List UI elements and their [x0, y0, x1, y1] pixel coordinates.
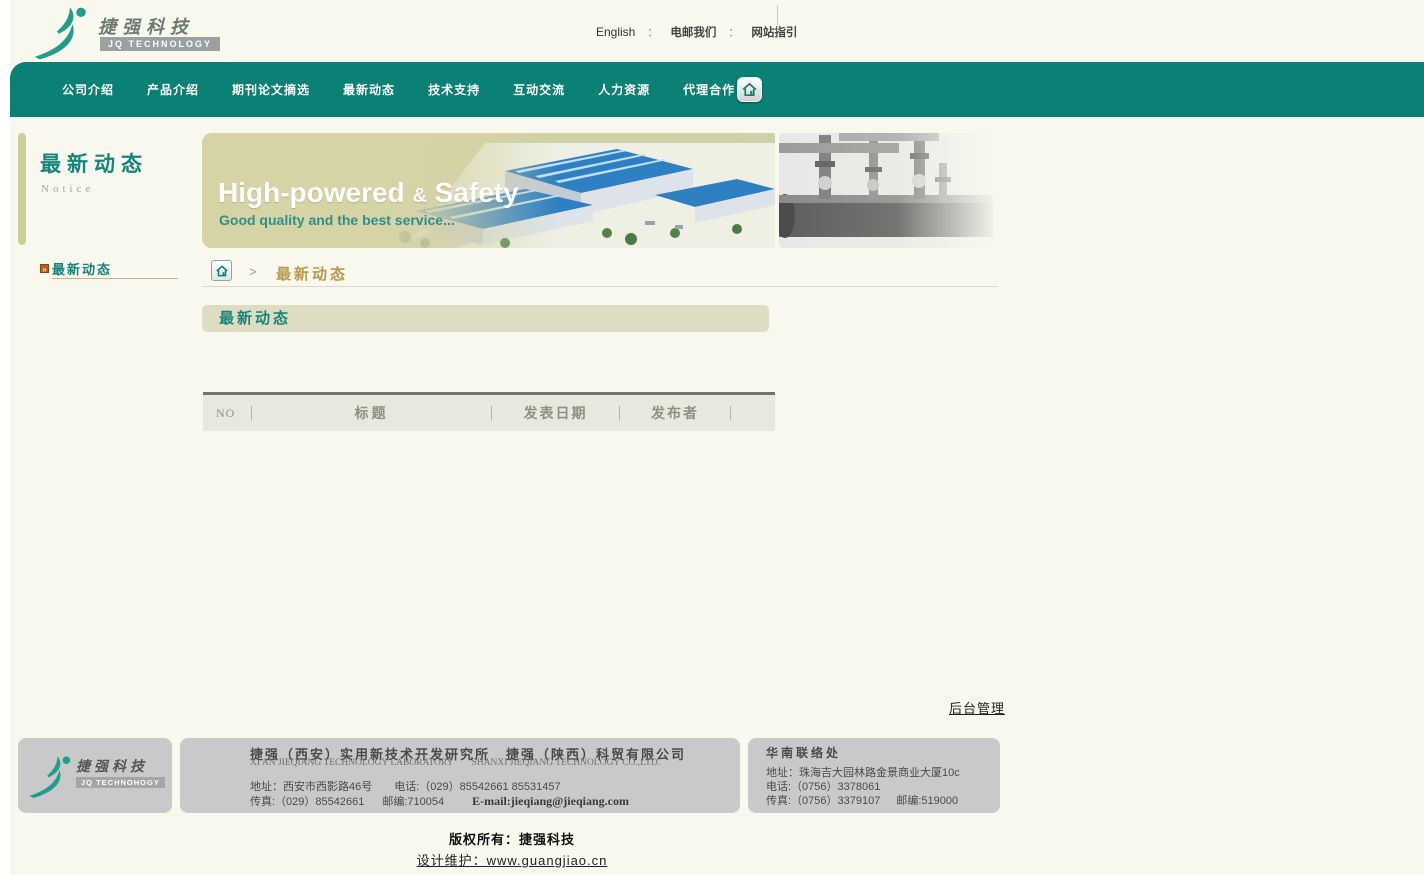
footer-logo-name: 捷强科技 [76, 756, 148, 776]
footer-logo-swoosh-icon [28, 752, 76, 800]
breadcrumb-arrow: > [249, 264, 257, 279]
col-header-author: 发布者 [620, 403, 730, 423]
sidebar-item-underline [52, 278, 178, 279]
admin-link[interactable]: 后台管理 [949, 698, 1005, 717]
company-logo-tagline: JQ TECHNOLOGY [100, 37, 220, 51]
sidebar-item-news[interactable]: » 最新动态 [40, 259, 112, 278]
footer-org-names-en: XI AN JIEQIANG TECHNOLOGY LABORATORY SHAN… [250, 758, 660, 768]
sidebar-subtitle: Notice [41, 183, 94, 195]
breadcrumb-current: 最新动态 [276, 263, 348, 284]
breadcrumb-divider [202, 286, 998, 287]
footer-email: E-mail:jieqiang@jieqiang.com [472, 794, 629, 808]
nav-item-company[interactable]: 公司介绍 [62, 81, 114, 98]
pipes-fade [779, 133, 993, 248]
banner-pipes-photo [779, 133, 993, 248]
south-office-zip: 邮编:519000 [896, 795, 958, 807]
nav-item-support[interactable]: 技术支持 [428, 81, 480, 98]
footer-company-panel: 捷强（西安）实用新技术开发研究所捷强（陕西）科贸有限公司 XI AN JIEQI… [180, 738, 740, 813]
nav-item-products[interactable]: 产品介绍 [147, 81, 199, 98]
nav-item-interaction[interactable]: 互动交流 [513, 81, 565, 98]
south-office-title: 华南联络处 [766, 744, 841, 761]
home-button[interactable] [737, 77, 762, 102]
copyright-text: 版权所有：捷强科技 [312, 829, 712, 848]
footer-phone: 电话:（029）85542661 85531457 [394, 781, 560, 793]
company-logo-name: 捷强科技 [98, 13, 194, 39]
designer-link[interactable]: 设计维护：www.guangjiao.cn [417, 850, 608, 869]
nav-item-agency[interactable]: 代理合作 [683, 81, 735, 98]
header-links: English ： 电邮我们 ： 网站指引 [596, 24, 797, 40]
banner-headline: High-powered & Safety [218, 177, 519, 209]
section-title-bar: 最新动态 [202, 305, 769, 332]
breadcrumb-home-button[interactable] [211, 260, 232, 281]
nav-item-hr[interactable]: 人力资源 [598, 81, 650, 98]
footer-address: 地址：西安市西影路46号 [250, 781, 372, 793]
col-header-no: NO [203, 406, 251, 421]
col-header-title: 标题 [252, 403, 491, 423]
sidebar-item-label: 最新动态 [52, 259, 112, 278]
footer-zip: 邮编:710054 [382, 796, 444, 808]
banner-tagline: Good quality and the best service... [219, 212, 455, 228]
footer-south-office-panel: 华南联络处 地址：珠海吉大园林路金景商业大厦10c 电话:（0756）33780… [748, 738, 1000, 813]
nav-item-news[interactable]: 最新动态 [343, 81, 395, 98]
arrow-bullet-icon: » [40, 264, 49, 273]
column-separator [730, 406, 731, 420]
link-english[interactable]: English [596, 25, 635, 39]
banner: High-powered & Safety Good quality and t… [202, 133, 775, 248]
org1-name-en: XI AN JIEQIANG TECHNOLOGY LABORATORY [250, 758, 454, 768]
news-table-header: NO 标题 发表日期 发布者 [203, 392, 775, 431]
org2-name-en: SHANXI JIEQIANG TECHNOLOGY CO.,LTD. [472, 758, 661, 768]
footer-address-line: 地址：西安市西影路46号 电话:（029）85542661 85531457 [250, 778, 561, 794]
link-separator: ： [647, 24, 658, 40]
home-icon [215, 264, 229, 278]
footer-fax: 传真:（029）85542661 [250, 796, 364, 808]
sidebar-title: 最新动态 [40, 148, 148, 178]
header-divider [777, 5, 778, 31]
nav-items: 公司介绍 产品介绍 期刊论文摘选 最新动态 技术支持 互动交流 人力资源 代理合… [62, 62, 735, 117]
page: 捷强科技 JQ TECHNOLOGY English ： 电邮我们 ： 网站指引… [0, 0, 1424, 875]
company-logo-swoosh-icon [33, 4, 93, 60]
south-office-fax-line: 传真:（0756）3379107 邮编:519000 [766, 792, 958, 808]
main-nav: 公司介绍 产品介绍 期刊论文摘选 最新动态 技术支持 互动交流 人力资源 代理合… [10, 62, 1424, 117]
south-office-fax: 传真:（0756）3379107 [766, 795, 880, 807]
nav-item-journal[interactable]: 期刊论文摘选 [232, 81, 310, 98]
footer-fax-line: 传真:（029）85542661 邮编:710054 E-mail:jieqiang… [250, 793, 629, 809]
footer-logo-panel: 捷强科技 JQ TECHNOHOGY [18, 738, 172, 813]
sidebar-accent-bar [18, 133, 26, 245]
link-separator: ： [728, 24, 739, 40]
link-site-guide[interactable]: 网站指引 [751, 24, 797, 40]
home-icon [741, 81, 758, 98]
copyright-block: 版权所有：捷强科技 设计维护：www.guangjiao.cn [312, 829, 712, 870]
col-header-date: 发表日期 [492, 403, 619, 423]
link-email-us[interactable]: 电邮我们 [670, 24, 716, 40]
footer-logo-tagline: JQ TECHNOHOGY [76, 777, 165, 788]
